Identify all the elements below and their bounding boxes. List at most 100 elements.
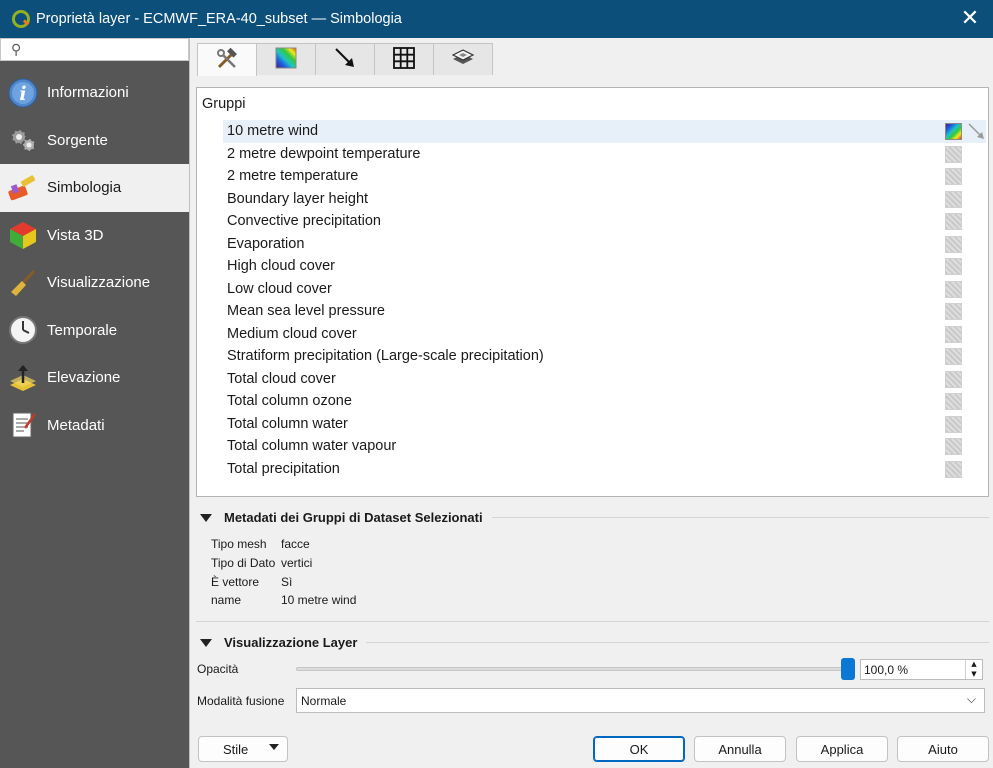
group-label: Total column water: [227, 415, 348, 432]
group-row[interactable]: 2 metre temperature: [223, 165, 986, 188]
opacity-value: 100,0 %: [864, 662, 909, 677]
group-row[interactable]: 2 metre dewpoint temperature: [223, 143, 986, 166]
scalar-inactive-icon[interactable]: [945, 325, 962, 343]
metadata-row: Tipo mesh facce: [211, 537, 310, 551]
group-row[interactable]: Low cloud cover: [223, 278, 986, 301]
color-ramp-icon: [275, 47, 297, 72]
opacity-slider-handle[interactable]: [841, 658, 855, 680]
group-row[interactable]: Medium cloud cover: [223, 323, 986, 346]
group-row[interactable]: Total precipitation: [223, 458, 986, 481]
ok-button[interactable]: OK: [593, 736, 685, 762]
blend-mode-value: Normale: [301, 693, 347, 708]
group-row[interactable]: 10 metre wind: [223, 120, 986, 143]
opacity-spinbox[interactable]: 100,0 % ▲ ▼: [860, 659, 983, 680]
info-icon: i: [7, 77, 39, 109]
metadata-document-icon: [7, 409, 39, 441]
source-gears-icon: [7, 124, 39, 156]
scalar-inactive-icon[interactable]: [945, 415, 962, 433]
close-icon[interactable]: ✕: [947, 0, 993, 38]
group-row[interactable]: Mean sea level pressure: [223, 300, 986, 323]
group-row[interactable]: Total column water vapour: [223, 435, 986, 458]
group-row[interactable]: Evaporation: [223, 233, 986, 256]
metadata-panel: Tipo mesh facce Tipo di Dato vertici È vet…: [196, 515, 989, 620]
clock-icon: [7, 314, 39, 346]
sidebar-item-label: Metadati: [47, 416, 105, 434]
scalar-inactive-icon[interactable]: [945, 213, 962, 230]
spin-up-icon[interactable]: ▲: [971, 661, 976, 668]
scalar-inactive-icon[interactable]: [945, 303, 962, 320]
divider: [366, 642, 989, 643]
group-label: 2 metre dewpoint temperature: [227, 145, 421, 162]
qgis-logo-icon: [12, 10, 30, 28]
cancel-button[interactable]: Annulla: [694, 736, 786, 762]
metadata-value: vertici: [281, 556, 313, 570]
metadata-row: name 10 metre wind: [211, 593, 356, 607]
sidebar-item-vista-3d[interactable]: Vista 3D: [0, 212, 189, 260]
tab-general-settings[interactable]: [197, 43, 257, 76]
group-row[interactable]: Total cloud cover: [223, 368, 986, 391]
divider: [196, 621, 989, 622]
spin-down-icon[interactable]: ▼: [971, 670, 976, 678]
sidebar-item-label: Informazioni: [47, 84, 129, 102]
scalar-inactive-icon[interactable]: [945, 258, 962, 275]
hammer-wrench-icon: [215, 47, 239, 74]
metadata-value: Sì: [281, 575, 293, 589]
collapse-triangle-icon: [200, 638, 212, 647]
tab-rendering[interactable]: [433, 43, 493, 75]
group-label: Total precipitation: [227, 460, 340, 477]
sidebar-search[interactable]: ⚲: [0, 38, 189, 61]
tab-vectors[interactable]: [315, 43, 375, 75]
spin-arrows[interactable]: ▲ ▼: [965, 660, 982, 679]
search-icon: ⚲: [11, 41, 22, 58]
scalar-inactive-icon[interactable]: [945, 393, 962, 410]
sidebar-item-sorgente[interactable]: Sorgente: [0, 117, 189, 165]
apply-button[interactable]: Applica: [796, 736, 888, 762]
group-row[interactable]: Total column ozone: [223, 390, 986, 413]
scalar-inactive-icon[interactable]: [945, 348, 962, 365]
scalar-inactive-icon[interactable]: [945, 168, 962, 185]
style-button-label: Stile: [223, 741, 249, 757]
group-row[interactable]: Stratiform precipitation (Large-scale pr…: [223, 345, 986, 368]
sidebar-item-label: Elevazione: [47, 369, 121, 387]
scalar-inactive-icon[interactable]: [945, 460, 962, 478]
sidebar-item-temporale[interactable]: Temporale: [0, 307, 189, 355]
sidebar-item-label: Sorgente: [47, 131, 108, 149]
metadata-row: Tipo di Dato vertici: [211, 556, 312, 570]
metadata-key: name: [211, 593, 242, 607]
blend-mode-select[interactable]: Normale ⌵: [296, 688, 985, 713]
group-row[interactable]: Boundary layer height: [223, 188, 986, 211]
apply-button-label: Applica: [820, 741, 864, 757]
sidebar-item-elevazione[interactable]: Elevazione: [0, 354, 189, 402]
dataset-groups-panel: Gruppi 10 metre wind 2 metre dewpoint te…: [196, 87, 989, 497]
layer-rendering-section-toggle[interactable]: Visualizzazione Layer: [200, 635, 357, 650]
scalar-inactive-icon[interactable]: [945, 190, 962, 208]
groups-header: Gruppi: [202, 96, 246, 112]
sidebar-item-visualizzazione[interactable]: Visualizzazione: [0, 259, 189, 307]
sidebar-item-simbologia[interactable]: Simbologia: [0, 164, 189, 212]
tab-contours[interactable]: [256, 43, 316, 75]
scalar-inactive-icon[interactable]: [945, 370, 962, 388]
tab-mesh[interactable]: [374, 43, 434, 75]
group-row[interactable]: Convective precipitation: [223, 210, 986, 233]
metadata-key: Tipo di Dato: [211, 556, 276, 570]
scalar-inactive-icon[interactable]: [945, 438, 962, 455]
window-title: Proprietà layer - ECMWF_ERA-40_subset — …: [36, 11, 402, 27]
paintbrush-icon: [7, 172, 39, 204]
scalar-inactive-icon[interactable]: [945, 145, 962, 163]
style-button[interactable]: Stile: [198, 736, 288, 762]
scalar-inactive-icon[interactable]: [945, 280, 962, 298]
group-row[interactable]: High cloud cover: [223, 255, 986, 278]
ok-button-label: OK: [629, 741, 649, 757]
sidebar-item-informazioni[interactable]: i Informazioni: [0, 69, 189, 117]
sidebar-item-label: Visualizzazione: [47, 274, 151, 292]
scalar-active-icon[interactable]: [945, 123, 962, 140]
group-row[interactable]: Total column water: [223, 413, 986, 436]
help-button[interactable]: Aiuto: [897, 736, 989, 762]
svg-text:i: i: [19, 83, 26, 105]
vector-active-icon[interactable]: [968, 123, 985, 140]
opacity-slider-track[interactable]: [296, 667, 851, 671]
sidebar-item-metadati[interactable]: Metadati: [0, 402, 189, 450]
chevron-down-icon: ⌵: [966, 692, 976, 706]
elevation-icon: [7, 362, 39, 394]
scalar-inactive-icon[interactable]: [945, 235, 962, 253]
